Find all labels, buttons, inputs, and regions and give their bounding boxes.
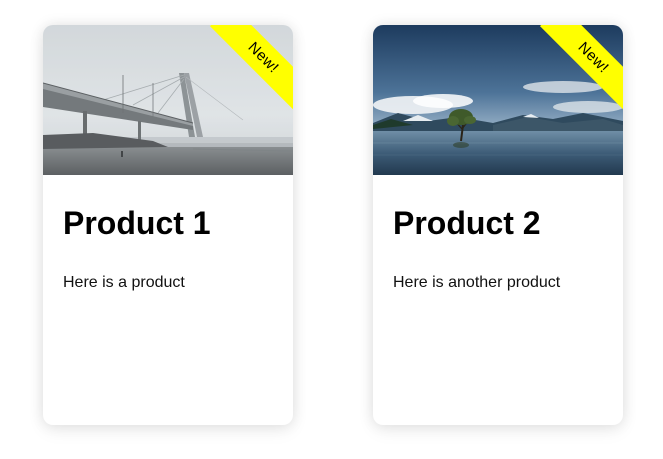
product-description: Here is a product (63, 274, 185, 291)
lake-tree-photo (373, 25, 623, 175)
product-card[interactable]: New! Product 1 Here is a product (43, 25, 293, 425)
product-title: Product 2 (393, 205, 541, 241)
product-image: New! (373, 25, 623, 175)
product-description: Here is another product (393, 274, 561, 291)
card-content: Product 1 Here is a product (43, 203, 293, 293)
foggy-bridge-photo (43, 25, 293, 175)
card-content: Product 2 Here is another product (373, 203, 623, 293)
product-cards-page: New! Product 1 Here is a product New! Pr… (0, 0, 663, 459)
product-image: New! (43, 25, 293, 175)
product-title: Product 1 (63, 205, 211, 241)
product-card[interactable]: New! Product 2 Here is another product (373, 25, 623, 425)
